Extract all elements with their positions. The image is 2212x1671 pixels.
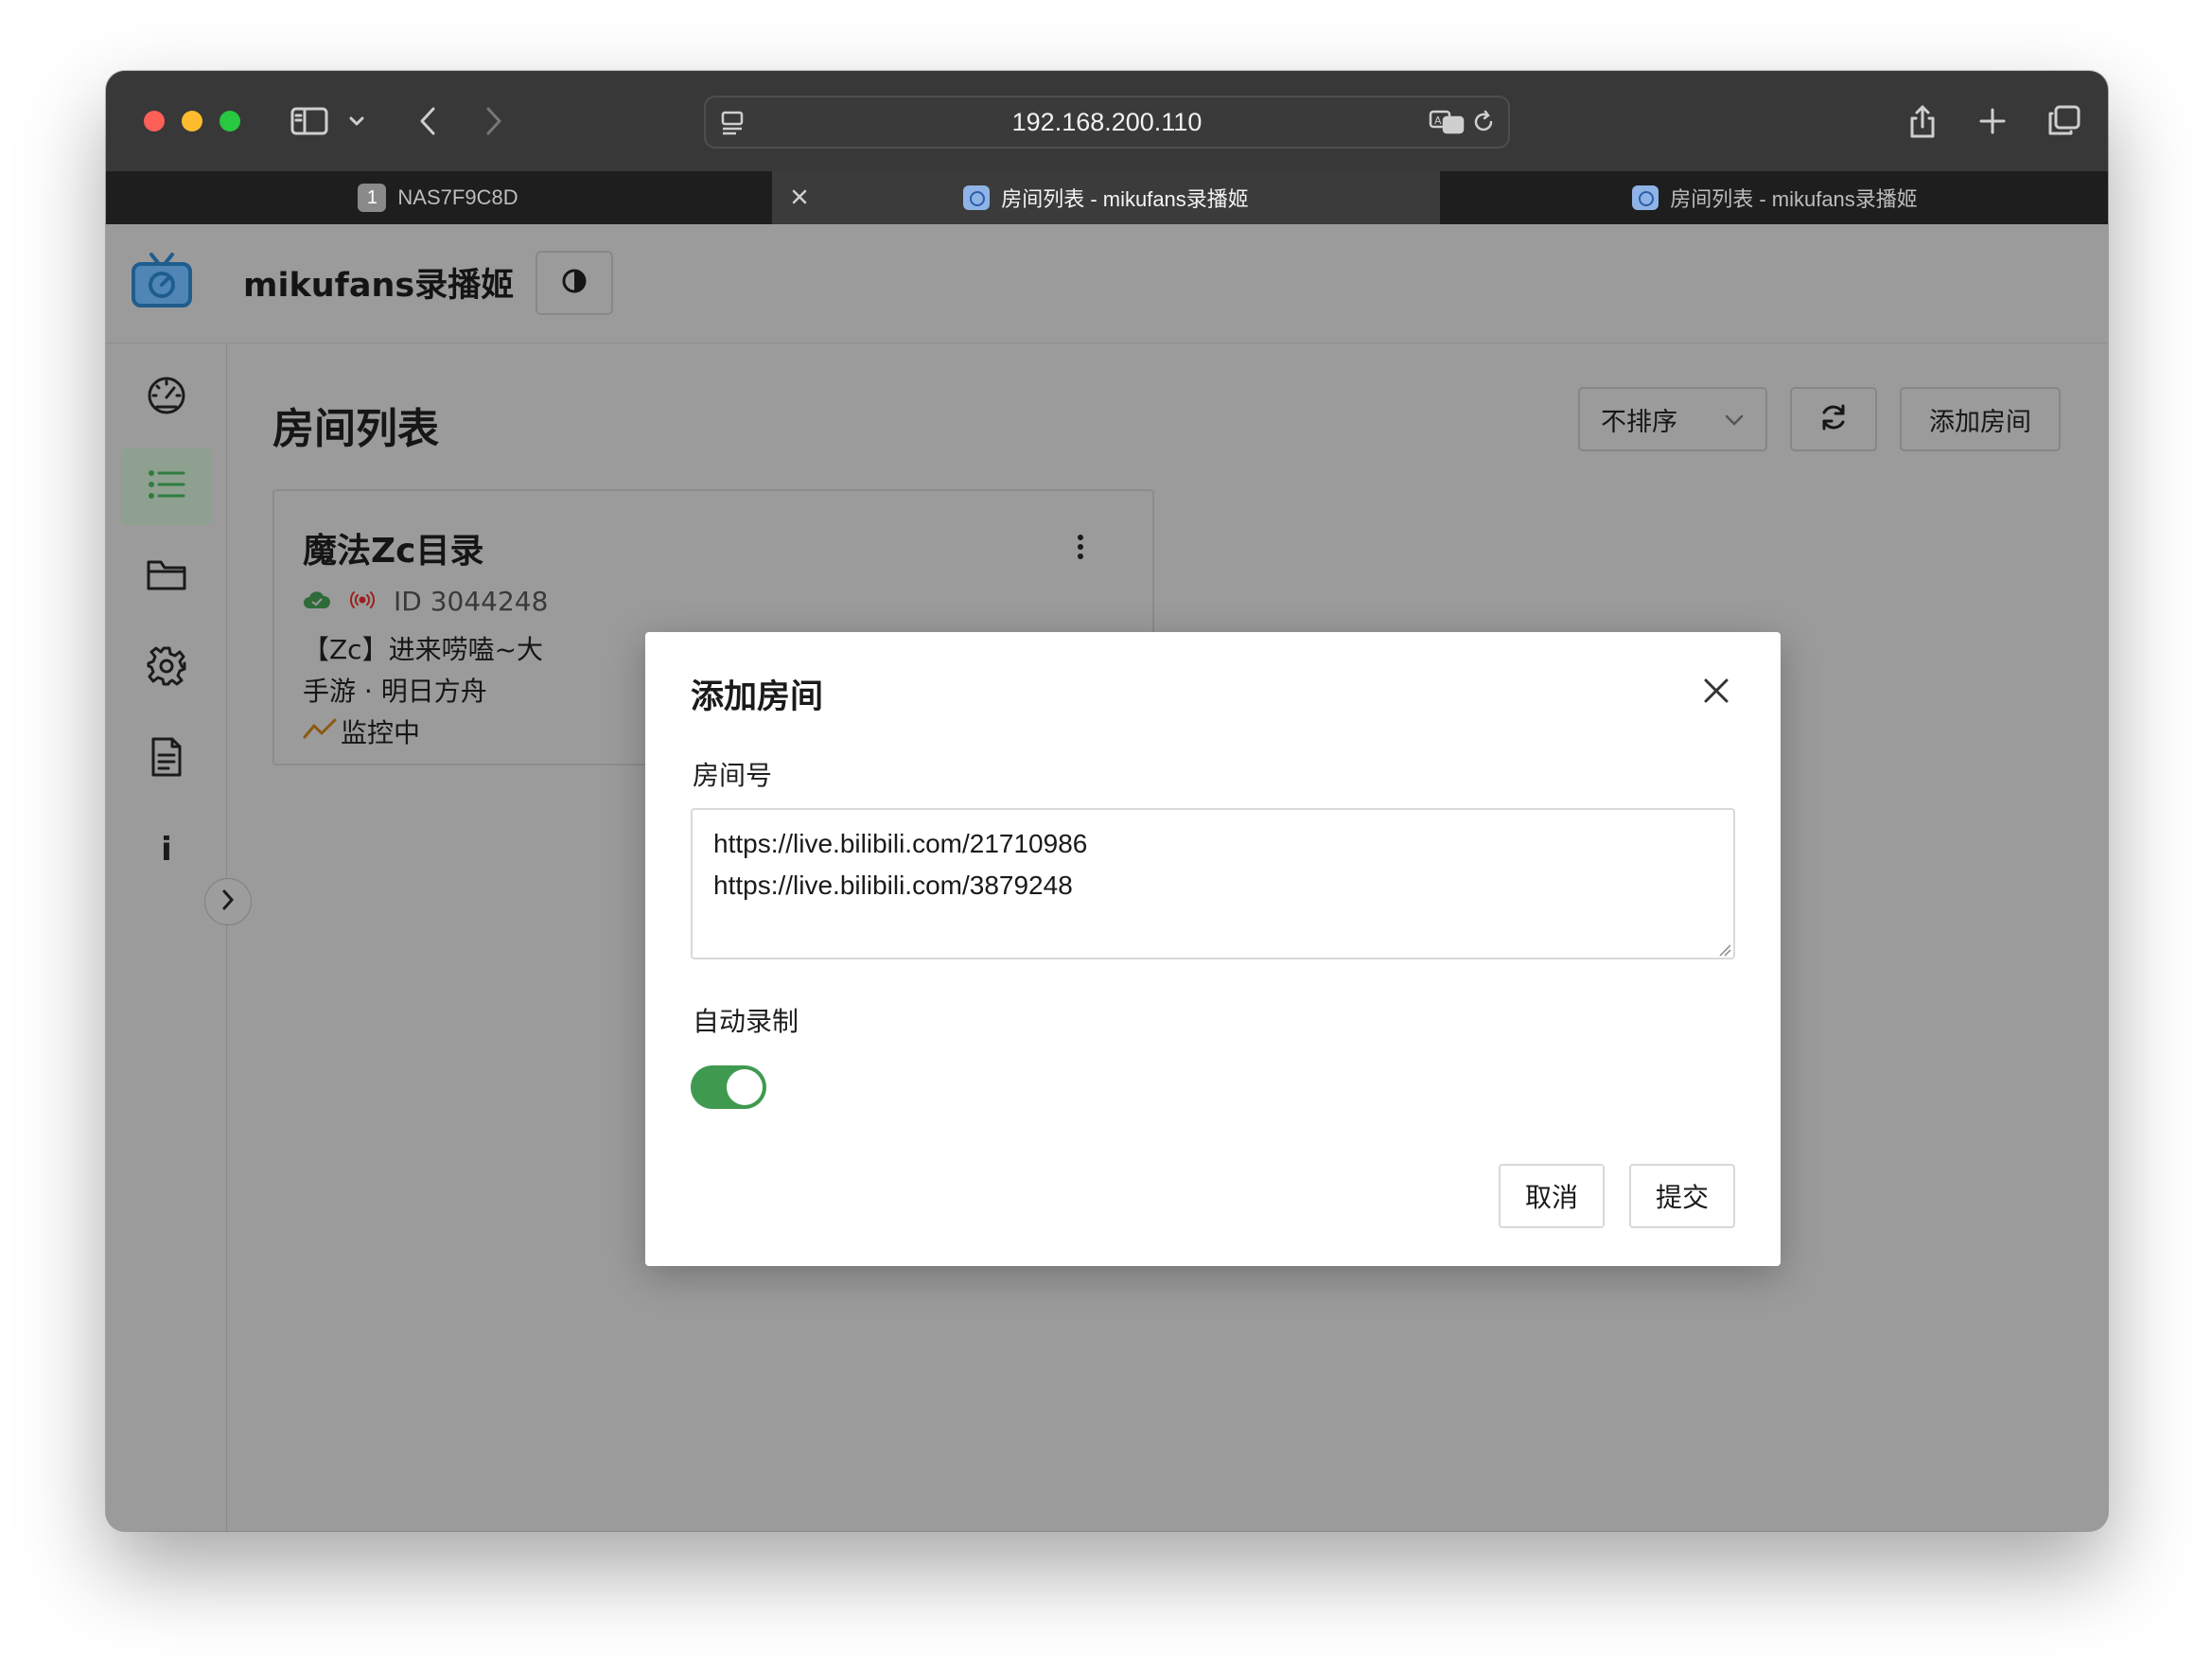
room-number-label: 房间号 — [693, 760, 773, 791]
tab-nas[interactable]: 1 NAS7F9C8D — [106, 171, 770, 224]
chevron-right-icon — [219, 888, 237, 916]
tv-logo-icon — [131, 253, 193, 309]
close-dialog-button[interactable] — [1697, 674, 1735, 712]
tab-number-badge: 1 — [358, 184, 387, 212]
add-room-dialog: 添加房间 房间号 https://live.bilibili.com/21710… — [645, 632, 1781, 1266]
room-area: 手游 · 明日方舟 — [303, 676, 487, 707]
room-status: 监控中 — [303, 712, 420, 750]
share-icon[interactable] — [1904, 97, 1941, 145]
zoom-window-button[interactable] — [219, 111, 240, 132]
folder-icon — [146, 556, 187, 598]
tv-favicon-icon — [1632, 185, 1659, 210]
chevron-down-icon — [1722, 408, 1747, 439]
chevron-down-icon[interactable] — [344, 97, 369, 145]
url-text[interactable]: 192.168.200.110 — [706, 97, 1508, 147]
info-icon: i — [161, 831, 172, 869]
room-name: 魔法Zc目录 — [303, 532, 484, 571]
close-tab-icon[interactable] — [787, 185, 812, 215]
sidebar: i — [106, 343, 252, 1531]
document-icon — [148, 736, 185, 782]
room-number-textarea[interactable]: https://live.bilibili.com/21710986 https… — [691, 808, 1735, 959]
broadcast-icon — [348, 586, 377, 617]
forward-icon[interactable] — [475, 97, 513, 145]
back-icon[interactable] — [409, 97, 447, 145]
refresh-button[interactable] — [1790, 387, 1877, 451]
tab-room-list[interactable]: 房间列表 - mikufans录播姬 — [1442, 171, 2108, 224]
contrast-icon — [560, 267, 588, 299]
app-title: mikufans录播姬 — [243, 267, 515, 305]
dashboard-icon — [146, 373, 187, 418]
sidebar-item-about[interactable]: i — [121, 811, 212, 888]
page-title: 房间列表 — [272, 405, 439, 453]
sort-select[interactable]: 不排序 — [1578, 387, 1767, 451]
tv-favicon-icon — [963, 185, 991, 210]
sidebar-item-dashboard[interactable] — [121, 357, 212, 434]
address-bar[interactable]: 192.168.200.110 A — [704, 96, 1510, 149]
close-icon — [1701, 676, 1731, 710]
minimize-window-button[interactable] — [182, 111, 202, 132]
toggle-knob — [727, 1069, 763, 1105]
theme-toggle-button[interactable] — [535, 251, 613, 315]
list-icon — [146, 466, 187, 507]
room-status-text: 监控中 — [341, 717, 421, 748]
tab-label: NAS7F9C8D — [397, 185, 518, 209]
reload-icon[interactable] — [1470, 109, 1497, 139]
tab-room-list-active[interactable]: 房间列表 - mikufans录播姬 — [772, 171, 1440, 224]
trend-icon — [303, 716, 337, 748]
more-vertical-icon[interactable] — [1069, 531, 1092, 569]
sidebar-item-settings[interactable] — [121, 629, 212, 707]
close-window-button[interactable] — [144, 111, 165, 132]
browser-window: 192.168.200.110 A 1 NAS7F9C8D 房间列表 - mik… — [106, 71, 2108, 1531]
new-tab-icon[interactable] — [1974, 97, 2011, 145]
expand-sidebar-button[interactable] — [204, 878, 252, 925]
sidebar-item-room-list[interactable] — [121, 448, 212, 525]
sidebar-item-files[interactable] — [121, 538, 212, 616]
gear-icon — [146, 645, 187, 691]
add-room-button[interactable]: 添加房间 — [1900, 387, 2061, 451]
cloud-check-icon — [303, 586, 331, 617]
auto-record-label: 自动录制 — [693, 1006, 799, 1037]
app-header: mikufans录播姬 — [106, 224, 2108, 343]
resize-handle-icon[interactable] — [1718, 942, 1731, 957]
auto-record-toggle[interactable] — [691, 1065, 766, 1109]
sort-select-value: 不排序 — [1601, 407, 1677, 437]
dialog-title: 添加房间 — [691, 678, 824, 716]
sidebar-item-logs[interactable] — [121, 720, 212, 798]
svg-text:A: A — [1434, 114, 1442, 127]
tab-label: 房间列表 - mikufans录播姬 — [1001, 187, 1249, 211]
sidebar-toggle-icon[interactable] — [286, 97, 333, 145]
translate-icon[interactable]: A — [1429, 109, 1466, 139]
tab-overview-icon[interactable] — [2044, 97, 2085, 145]
refresh-icon — [1817, 400, 1851, 438]
room-id: ID 3044248 — [394, 586, 549, 617]
room-meta: ID 3044248 — [303, 586, 548, 617]
tab-bar: 1 NAS7F9C8D 房间列表 - mikufans录播姬 房间列表 - mi… — [106, 171, 2108, 224]
submit-button[interactable]: 提交 — [1629, 1164, 1735, 1228]
room-live-title: 【Zc】进来唠嗑~大 — [303, 634, 544, 665]
cancel-button[interactable]: 取消 — [1499, 1164, 1605, 1228]
tab-label: 房间列表 - mikufans录播姬 — [1670, 187, 1918, 211]
browser-toolbar: 192.168.200.110 A — [106, 71, 2108, 171]
